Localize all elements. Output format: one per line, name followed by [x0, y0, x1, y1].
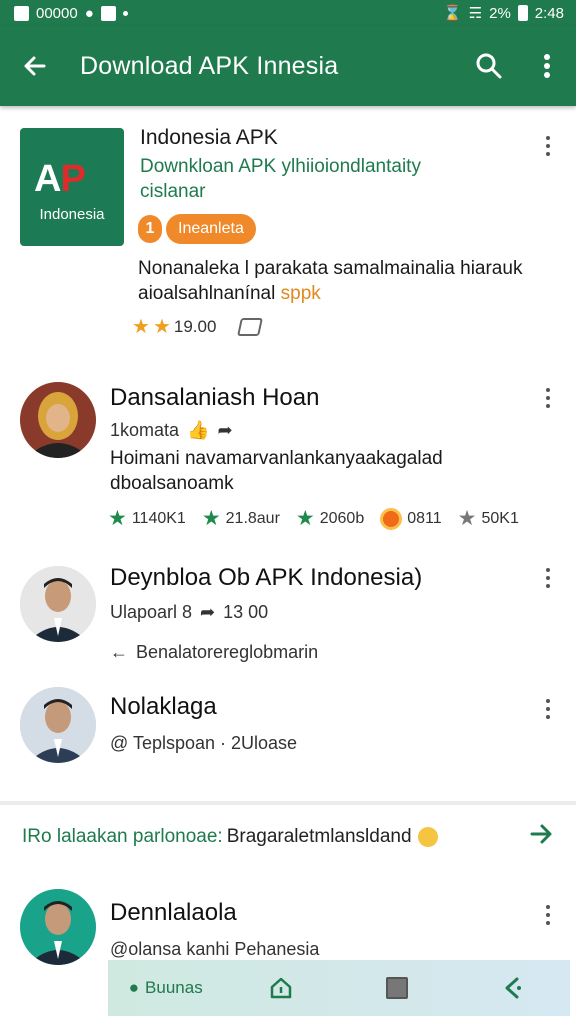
stat-stars: ★ 21.8aur	[201, 507, 280, 530]
promo-banner[interactable]: IRo lalaakan parlonoae: Bragaraletmlansl…	[0, 807, 576, 867]
stat-stars: ★ 1140K1	[108, 507, 186, 530]
fire-icon	[380, 507, 403, 530]
item-title: Nolaklaga	[110, 693, 217, 720]
bottom-navigation: ● Buunas	[108, 960, 570, 1016]
share-icon[interactable]: ➦	[200, 602, 215, 623]
back-button[interactable]	[0, 26, 70, 106]
share-icon[interactable]	[237, 317, 264, 336]
app-bar: Download APK Innesia	[0, 26, 576, 106]
item-meta: 1komata 👍 ➦	[110, 420, 233, 441]
more-vert-icon	[544, 54, 550, 78]
more-button[interactable]	[518, 26, 576, 106]
item-description: Nonanaleka l parakata samalmainalia hiar…	[138, 258, 523, 304]
stat-stars: ★ 50K1	[457, 507, 519, 530]
nav-item-first[interactable]: ● Buunas	[108, 960, 224, 1016]
image-icon	[100, 5, 116, 21]
item-meta: @olansa kanhi Pehanesia	[110, 939, 320, 959]
avatar[interactable]	[20, 687, 96, 763]
clock: 2:48	[534, 4, 564, 22]
battery-percent: 2%	[489, 4, 511, 22]
item-menu-button[interactable]	[536, 384, 560, 412]
stats-row: ★ 1140K1 ★ 21.8aur ★ 2060b 0811 ★ 50K1	[108, 506, 519, 531]
nav-overview-button[interactable]	[339, 960, 455, 1016]
sync-icon: ●	[84, 4, 94, 22]
arrow-left-icon: ←	[110, 642, 128, 662]
category-badge[interactable]: Ineanleta	[166, 214, 256, 244]
description-highlight: sppk	[280, 283, 321, 304]
nav-home-button[interactable]	[224, 960, 340, 1016]
divider	[0, 801, 576, 805]
star-icon: ★	[295, 507, 315, 530]
item-subtitle: Downkloan APK ylhiioiondlantaity cislana…	[140, 156, 421, 202]
item-menu-button[interactable]	[536, 901, 560, 929]
rating-value: 19.00	[173, 316, 217, 336]
status-bar: 00000 ● ⌛ ☴ 2% 2:48	[0, 0, 576, 26]
star-icon: ★	[152, 316, 171, 338]
alarm-icon: ⌛	[442, 4, 462, 22]
battery-icon	[517, 5, 528, 21]
reply-icon[interactable]: ➦	[217, 420, 232, 441]
stat-fire: 0811	[380, 507, 442, 530]
item-title: Dennlalaola	[110, 899, 237, 926]
avatar[interactable]	[20, 889, 96, 965]
list-item-indonesia-apk[interactable]: AP Indonesia Indonesia APK Downkloan APK…	[0, 106, 576, 356]
avatar[interactable]	[20, 382, 96, 458]
star-icon: ★	[457, 507, 477, 530]
wifi-icon: ☴	[468, 4, 483, 22]
avatar[interactable]	[20, 566, 96, 642]
item-title: Deynbloa Ob APK Indonesia)	[110, 564, 423, 591]
like-icon[interactable]: 👍	[187, 420, 209, 441]
emoji-icon	[417, 827, 438, 847]
star-icon: ★	[108, 507, 127, 530]
item-title: Dansalaniash Hoan	[110, 384, 320, 411]
item-meta: @ Teplspoan · 2Uloase	[110, 733, 298, 753]
promo-label: IRo lalaakan parlonoae:	[22, 826, 223, 847]
content-list: AP Indonesia Indonesia APK Downkloan APK…	[0, 106, 576, 965]
list-item-user[interactable]: Nolaklaga @ Teplspoan · 2Uloase	[0, 681, 576, 776]
stat-stars: ★ 2060b	[295, 507, 365, 530]
arrow-left-icon	[24, 56, 46, 76]
page-title: Download APK Innesia	[80, 51, 339, 80]
item-title: Indonesia APK	[140, 126, 278, 149]
promo-text: Bragaraletmlansldand	[226, 826, 412, 847]
pill-icon: ●	[128, 978, 140, 997]
square-icon	[385, 977, 408, 999]
nav-back-button[interactable]	[455, 960, 571, 1016]
arrow-right-icon[interactable]	[528, 821, 554, 847]
rating-row: ★ ★ 19.00	[132, 314, 264, 339]
logo-mark: AP	[34, 158, 86, 200]
star-icon: ★	[132, 316, 150, 338]
item-link[interactable]: ← Benalatorereglobmarin	[110, 642, 318, 663]
back-icon	[505, 977, 522, 999]
status-left-text: 00000	[36, 4, 78, 22]
item-menu-button[interactable]	[536, 564, 560, 592]
list-item-user-post[interactable]: Dansalaniash Hoan 1komata 👍 ➦ Hoimani na…	[0, 356, 576, 546]
item-menu-button[interactable]	[536, 695, 560, 723]
home-icon	[271, 977, 292, 999]
notification-icon	[14, 5, 29, 21]
item-menu-button[interactable]	[536, 132, 560, 160]
item-description: Hoimani navamarvanlankanyaakagalad dboal…	[110, 448, 443, 494]
dot-icon	[122, 10, 128, 16]
item-meta: Ulapoarl 8 ➦ 13 00	[110, 602, 269, 623]
search-button[interactable]	[460, 26, 518, 106]
search-icon	[476, 53, 502, 79]
star-icon: ★	[201, 507, 221, 530]
list-item-download[interactable]: Deynbloa Ob APK Indonesia) Ulapoarl 8 ➦ …	[0, 546, 576, 681]
badge-row: 1 Ineanleta	[138, 214, 256, 244]
nav-label: Buunas	[145, 978, 203, 997]
app-logo: AP Indonesia	[20, 128, 124, 246]
logo-sub: Indonesia	[39, 206, 105, 223]
badge-number: 1	[138, 215, 162, 243]
